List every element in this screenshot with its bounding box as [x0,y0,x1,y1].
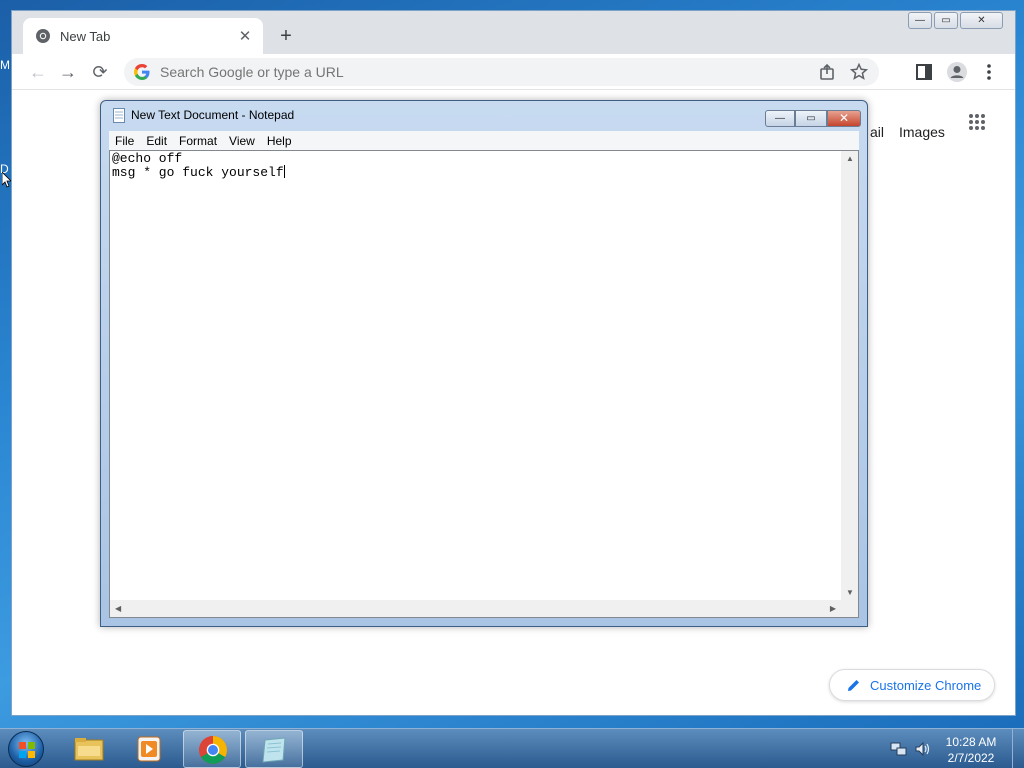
notepad-menubar: File Edit Format View Help [109,131,859,150]
bookmark-star-icon[interactable] [849,62,869,82]
scroll-left-icon[interactable]: ◀ [115,604,121,613]
profile-avatar-icon[interactable] [945,60,969,84]
taskbar-chrome[interactable] [183,730,241,768]
notepad-close-button[interactable]: ✕ [827,110,861,127]
media-player-icon [137,736,161,762]
share-icon[interactable] [817,62,837,82]
notepad-text[interactable]: @echo off msg * go fuck yourself [112,152,839,599]
menu-kebab-icon[interactable] [977,60,1001,84]
notepad-maximize-button[interactable]: ▭ [795,110,827,127]
text-line: @echo off [112,151,183,166]
tab-new-tab[interactable]: New Tab ✕ [23,18,263,54]
menu-format[interactable]: Format [173,134,223,148]
notepad-caption-buttons: — ▭ ✕ [765,110,861,127]
google-apps-icon[interactable] [968,113,986,131]
network-icon[interactable] [890,741,908,757]
menu-edit[interactable]: Edit [140,134,173,148]
forward-button[interactable]: → [56,60,80,84]
gmail-link[interactable]: ail [870,124,884,140]
vertical-scrollbar[interactable]: ▲ ▼ [841,151,858,600]
window-caption-buttons: — ▭ ✕ [908,12,1003,29]
notepad-icon [113,107,125,123]
notepad-title: New Text Document - Notepad [131,108,295,122]
pencil-icon [848,680,859,691]
taskbar-notepad[interactable] [245,730,303,768]
chrome-favicon-icon [36,29,50,43]
customize-chrome-button[interactable]: Customize Chrome [829,669,995,701]
text-line: msg * go fuck yourself [112,165,284,180]
customize-chrome-label: Customize Chrome [870,677,982,693]
text-caret [283,165,285,178]
close-button[interactable]: ✕ [960,12,1003,29]
tab-strip: New Tab ✕ + — ▭ ✕ [12,11,1015,54]
reload-button[interactable]: ⟳ [88,60,112,84]
notepad-minimize-button[interactable]: — [765,110,795,127]
show-desktop-button[interactable] [1012,729,1024,768]
menu-help[interactable]: Help [261,134,298,148]
back-button[interactable]: ← [26,60,50,84]
resize-grip-icon[interactable] [841,600,858,617]
horizontal-scrollbar[interactable]: ◀ ▶ [110,600,841,617]
taskbar-media-player[interactable] [121,730,179,768]
notepad-window: New Text Document - Notepad — ▭ ✕ File E… [100,100,868,627]
menu-view[interactable]: View [223,134,261,148]
notepad-edit-area[interactable]: @echo off msg * go fuck yourself ▲ ▼ ◀ ▶ [109,150,859,618]
scroll-right-icon[interactable]: ▶ [830,604,836,613]
new-tab-button[interactable]: + [275,25,297,47]
browser-toolbar: ← → ⟳ [12,54,1015,90]
folder-icon [74,738,104,761]
desktop-icon-label-fragment: M [0,58,10,72]
scroll-up-icon[interactable]: ▲ [846,154,854,163]
chrome-icon [199,736,227,764]
scroll-down-icon[interactable]: ▼ [846,588,854,597]
volume-icon[interactable] [914,741,932,757]
tab-title: New Tab [60,28,111,44]
notepad-taskbar-icon [262,737,286,763]
windows-logo-icon [19,742,35,758]
clock-date: 2/7/2022 [947,751,995,765]
taskbar-explorer[interactable] [60,730,118,768]
minimize-button[interactable]: — [908,12,932,29]
search-input[interactable] [160,64,805,80]
start-button[interactable] [8,731,44,767]
system-clock[interactable]: 10:28 AM 2/7/2022 [936,734,1006,766]
images-link[interactable]: Images [899,124,945,140]
maximize-button[interactable]: ▭ [934,12,958,29]
tab-close-icon[interactable]: ✕ [237,27,253,45]
side-panel-icon[interactable] [912,60,936,84]
clock-time: 10:28 AM [945,735,997,749]
taskbar: 10:28 AM 2/7/2022 [0,728,1024,768]
omnibox[interactable] [124,58,879,86]
notepad-titlebar[interactable]: New Text Document - Notepad — ▭ ✕ [101,101,867,129]
google-g-icon [134,64,150,80]
menu-file[interactable]: File [109,134,140,148]
